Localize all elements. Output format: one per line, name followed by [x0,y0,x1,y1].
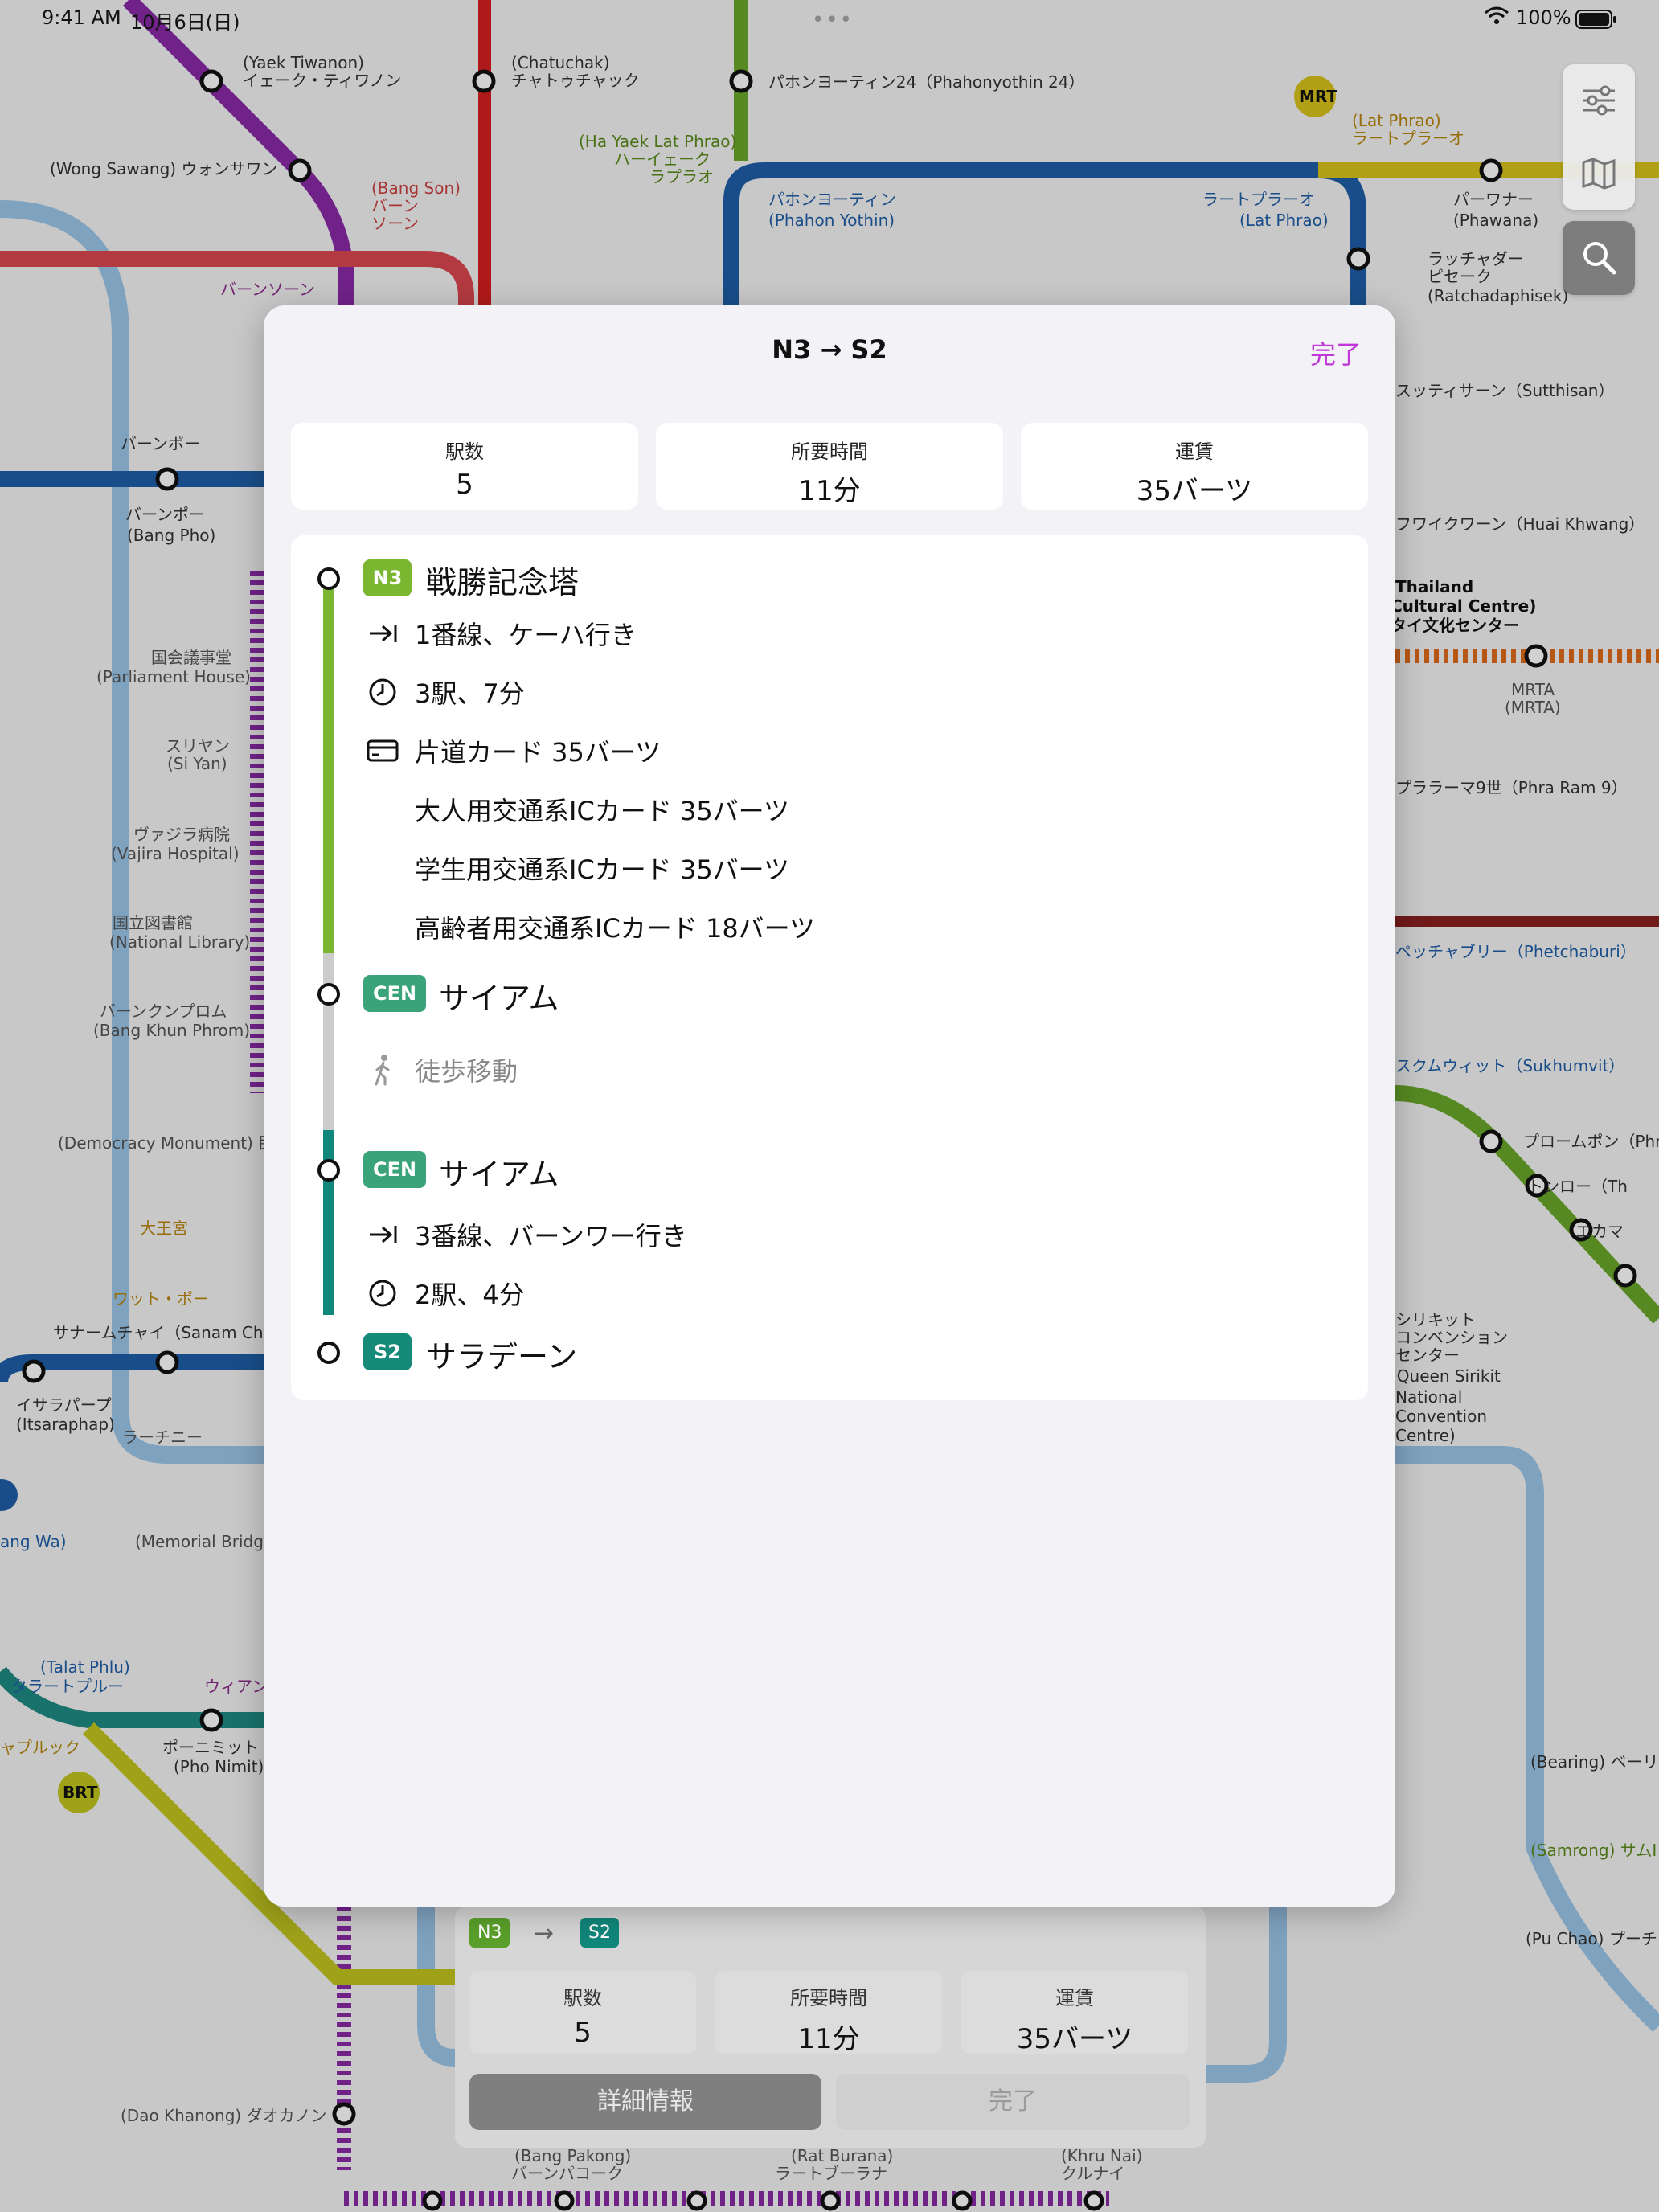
search-icon [1563,221,1635,293]
stat-value: 11分 [798,475,861,507]
details-button[interactable]: 詳細情報 [469,2074,821,2130]
station-code-badge: CEN [363,1151,426,1188]
leg1-line [323,579,334,953]
stat-stations: 駅数 5 [291,423,638,510]
station-node [317,1342,340,1364]
fare-row-adult: 大人用交通系ICカード 35バーツ [415,796,790,826]
station-code-badge: S2 [363,1333,412,1370]
walk-row: 徒歩移動 [363,1051,518,1089]
mini-stat-time: 所要時間 11分 [715,1971,942,2055]
leg2-line [323,1130,334,1315]
clock-icon [363,673,402,711]
map-icon[interactable] [1563,137,1635,210]
fare-row-senior: 高齢者用交通系ICカード 18バーツ [415,913,816,944]
stat-fare: 運賃 35バーツ [1021,423,1368,510]
map-controls [1563,64,1635,210]
stat-label: 運賃 [1175,440,1214,463]
to-station-badge: S2 [580,1918,619,1948]
station-node [317,567,340,590]
mini-stat-stations: 駅数 5 [469,1971,696,2054]
station-code-badge: CEN [363,975,426,1012]
multitask-dots[interactable]: ••• [812,8,854,32]
station-name[interactable]: サイアム [439,1149,559,1194]
walk-line [323,953,334,1130]
card-icon [363,731,402,770]
search-button[interactable] [1563,221,1635,295]
station-name[interactable]: サイアム [439,973,559,1018]
stat-value: 5 [456,469,473,501]
fare-row-student: 学生用交通系ICカード 35バーツ [415,854,790,885]
clock-icon [363,1274,402,1313]
sheet-title: N3 → S2 [772,334,887,365]
route-summary-card: N3 → S2 駅数 5 所要時間 11分 運賃 35バーツ 詳細情報 完了 [455,1907,1206,2148]
from-station-badge: N3 [469,1918,510,1948]
walking-icon [363,1051,402,1089]
mini-stat-fare: 運賃 35バーツ [961,1971,1188,2055]
arrow-icon: → [534,1919,555,1948]
station-name[interactable]: サラデーン [426,1332,577,1376]
direction-row: 3番線、バーンワー行き [363,1215,687,1254]
station-code-badge: N3 [363,559,412,596]
station-node [317,1159,340,1182]
direction-row: 1番線、ケーハ行き [363,614,637,653]
mini-done-button[interactable]: 完了 [836,2074,1190,2130]
stat-travel-time: 所要時間 11分 [656,423,1003,510]
route-detail-sheet: N3 → S2 完了 駅数 5 所要時間 11分 運賃 35バーツ N3 戦勝記… [264,305,1395,1907]
stat-label: 所要時間 [791,440,868,463]
sliders-icon[interactable] [1563,64,1635,137]
status-time: 9:41 AM [42,6,121,29]
time-row: 3駅、7分 [363,673,525,711]
done-button[interactable]: 完了 [1310,334,1362,371]
station-name[interactable]: 戦勝記念塔 [426,558,579,602]
arrow-right-to-bar-icon [363,1215,402,1254]
wifi-icon [1484,6,1509,31]
route-timeline: N3 戦勝記念塔 1番線、ケーハ行き 3駅、7分 片道カード 35バーツ 大人用… [291,535,1368,1400]
battery-percent: 100% [1516,6,1571,29]
fare-row: 片道カード 35バーツ [363,731,661,770]
station-node [317,983,340,1006]
stat-label: 駅数 [445,440,484,463]
time-row: 2駅、4分 [363,1274,525,1313]
status-date: 10月6日(日) [130,11,240,34]
battery-icon [1575,10,1617,34]
arrow-right-to-bar-icon [363,614,402,653]
stat-value: 35バーツ [1136,475,1253,507]
